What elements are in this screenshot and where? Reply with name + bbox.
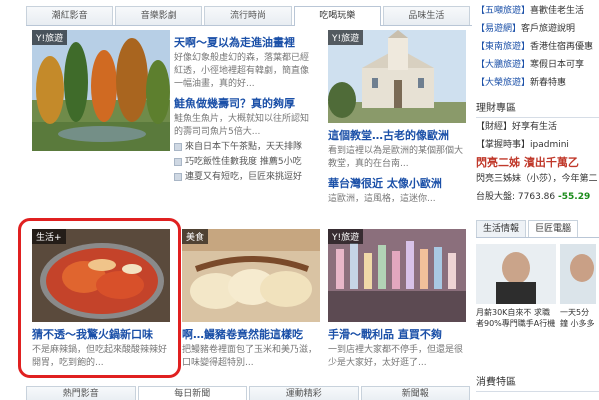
card-tag: Y!旅遊 bbox=[328, 229, 364, 244]
news-item[interactable]: 【大鵬旅遊】寒假日本可享 bbox=[476, 56, 599, 74]
church-photo[interactable]: Y!旅遊 bbox=[328, 30, 466, 123]
promo-text: 月薪30K自來不 求職者90%專門職手A行機 bbox=[476, 308, 556, 328]
card-tag: Y!旅遊 bbox=[328, 30, 364, 45]
index-label: 台股大盤: bbox=[476, 192, 516, 202]
promo-image-2 bbox=[560, 244, 596, 304]
card-tag: Y!旅遊 bbox=[32, 30, 68, 45]
bullet-icon bbox=[174, 172, 182, 181]
promo-text-2: 一天5分鐘 小多多 bbox=[560, 308, 595, 328]
card-desc: 好像幻象般虛幻的森，落葉都已經紅透，小徑地裡超有韓劇，簡直像一幅油畫，真的好..… bbox=[174, 53, 310, 89]
headline[interactable]: 閃亮二姊 濱出千萬乙 bbox=[476, 154, 599, 170]
card-food-news: 天啊～夏以為走進油畫裡 好像幻象般虛幻的森，落葉都已經紅透，小徑地裡超有韓劇，簡… bbox=[174, 30, 312, 184]
card-desc: 把鰻豬卷裡面包了玉米和美乃滋，口味變得超特別... bbox=[182, 345, 318, 368]
finance-item[interactable]: 【掌握時事】ipadmini bbox=[476, 136, 599, 154]
tab-sports[interactable]: 運動精彩 bbox=[249, 386, 359, 400]
promo-card-2[interactable]: 一天5分鐘 小多多 bbox=[560, 244, 596, 329]
card-desc-2: 這歐洲，這風格，這迷你... bbox=[328, 194, 436, 204]
tab-life[interactable]: 品味生活 bbox=[382, 6, 471, 25]
card-title[interactable]: 這個教堂…古老的像歐洲 bbox=[328, 127, 466, 143]
news-item[interactable]: 【大榮旅遊】新春特惠 bbox=[476, 74, 599, 92]
index-change: -55.29 bbox=[558, 192, 591, 202]
cosmetics-photo[interactable]: Y!旅遊 bbox=[328, 229, 466, 322]
right-sidebar: 【五噸旅遊】喜歡佳老生活 【易遊網】客戶旅遊說明 【東南旅遊】香港住宿再優惠 【… bbox=[476, 0, 599, 400]
card-title-2[interactable]: 華台灣很近 太像小歐洲 bbox=[328, 175, 466, 191]
category-tabs: 潮紅影音 音樂影劇 流行時尚 吃喝玩樂 品味生活 bbox=[26, 6, 472, 26]
tab-fashion[interactable]: 流行時尚 bbox=[204, 6, 292, 25]
tab-hot-videos[interactable]: 熱門影音 bbox=[26, 386, 136, 400]
card-autumn-trees[interactable]: Y!旅遊 bbox=[32, 30, 170, 151]
tab-videos[interactable]: 潮紅影音 bbox=[26, 6, 114, 25]
stock-index: 台股大盤: 7763.86 -55.29 bbox=[476, 188, 599, 206]
card-title[interactable]: 手滑～戰利品 直買不夠 bbox=[328, 326, 466, 342]
autumn-trees-photo[interactable]: Y!旅遊 bbox=[32, 30, 170, 151]
card-cosmetics: Y!旅遊 手滑～戰利品 直買不夠 一到店裡大家都不停手，但還是很少是大家好，太好… bbox=[328, 229, 466, 370]
index-value: 7763.86 bbox=[517, 192, 556, 202]
bottom-tabs: 熱門影音 每日新聞 運動精彩 新聞報 bbox=[26, 386, 472, 400]
news-item[interactable]: 【五噸旅遊】喜歡佳老生活 bbox=[476, 2, 599, 20]
tab-computer[interactable]: 巨匠電腦 bbox=[528, 220, 579, 237]
tab-daily-news[interactable]: 每日新聞 bbox=[137, 386, 247, 400]
tab-life-info[interactable]: 生活情報 bbox=[476, 220, 527, 237]
tab-food[interactable]: 吃喝玩樂 bbox=[293, 6, 381, 26]
info-tabs: 生活情報 巨匠電腦 bbox=[476, 220, 599, 238]
card-desc: 一到店裡大家都不停手，但還是很少是大家好，太好逛了... bbox=[328, 345, 464, 368]
card-title[interactable]: 啊…鰻豬卷竟然能這樣吃 bbox=[182, 326, 320, 342]
card-rolls: 美食 啊…鰻豬卷竟然能這樣吃 把鰻豬卷裡面包了玉米和美乃滋，口味變得超特別... bbox=[182, 229, 320, 370]
rolls-photo[interactable]: 美食 bbox=[182, 229, 320, 322]
sub-link-2[interactable]: 巧吃飯性佳數我度 推薦5小吃 bbox=[174, 156, 312, 169]
promo-row: 月薪30K自來不 求職者90%專門職手A行機 一天5分鐘 小多多 bbox=[476, 244, 599, 329]
finance-title: 理財專區 bbox=[476, 100, 599, 118]
card-desc: 看到這裡以為是歐洲的某個那個大教堂，真的在台南... bbox=[328, 146, 464, 169]
sub-link-3[interactable]: 連夏又有短吃，巨匠來挑逗好 bbox=[174, 171, 312, 184]
card-tag: 美食 bbox=[182, 229, 209, 244]
promo-card[interactable]: 月薪30K自來不 求職者90%專門職手A行機 bbox=[476, 244, 556, 329]
finance-item[interactable]: 【財經】好享有生活 bbox=[476, 118, 599, 136]
travel-links: 【五噸旅遊】喜歡佳老生活 【易遊網】客戶旅遊說明 【東南旅遊】香港住宿再優惠 【… bbox=[476, 2, 599, 92]
card-desc-2: 鮭魚生魚片，大概就知以往所認知的壽司司魚片5倍大... bbox=[174, 114, 310, 137]
tab-music[interactable]: 音樂影劇 bbox=[115, 6, 203, 25]
highlight-box bbox=[18, 218, 181, 378]
card-title[interactable]: 天啊～夏以為走進油畫裡 bbox=[174, 34, 312, 50]
card-church: Y!旅遊 這個教堂…古老的像歐洲 看到這裡以為是歐洲的某個那個大教堂，真的在台南… bbox=[328, 30, 466, 206]
bullet-icon bbox=[174, 142, 182, 151]
headline-desc: 閃亮三姊妹（小莎），今年第二 bbox=[476, 174, 598, 184]
news-item[interactable]: 【東南旅遊】香港住宿再優惠 bbox=[476, 38, 599, 56]
news-item[interactable]: 【易遊網】客戶旅遊說明 bbox=[476, 20, 599, 38]
card-title-2[interactable]: 鮭魚做幾壽司？真的夠厚 bbox=[174, 95, 312, 111]
promo-image bbox=[476, 244, 556, 304]
bullet-icon bbox=[174, 157, 182, 166]
consumer-section-title: 消費特區 bbox=[476, 374, 599, 392]
sub-link-1[interactable]: 來自日本下午茶點，天天排隊 bbox=[174, 141, 312, 154]
tab-news-report[interactable]: 新聞報 bbox=[360, 386, 470, 400]
